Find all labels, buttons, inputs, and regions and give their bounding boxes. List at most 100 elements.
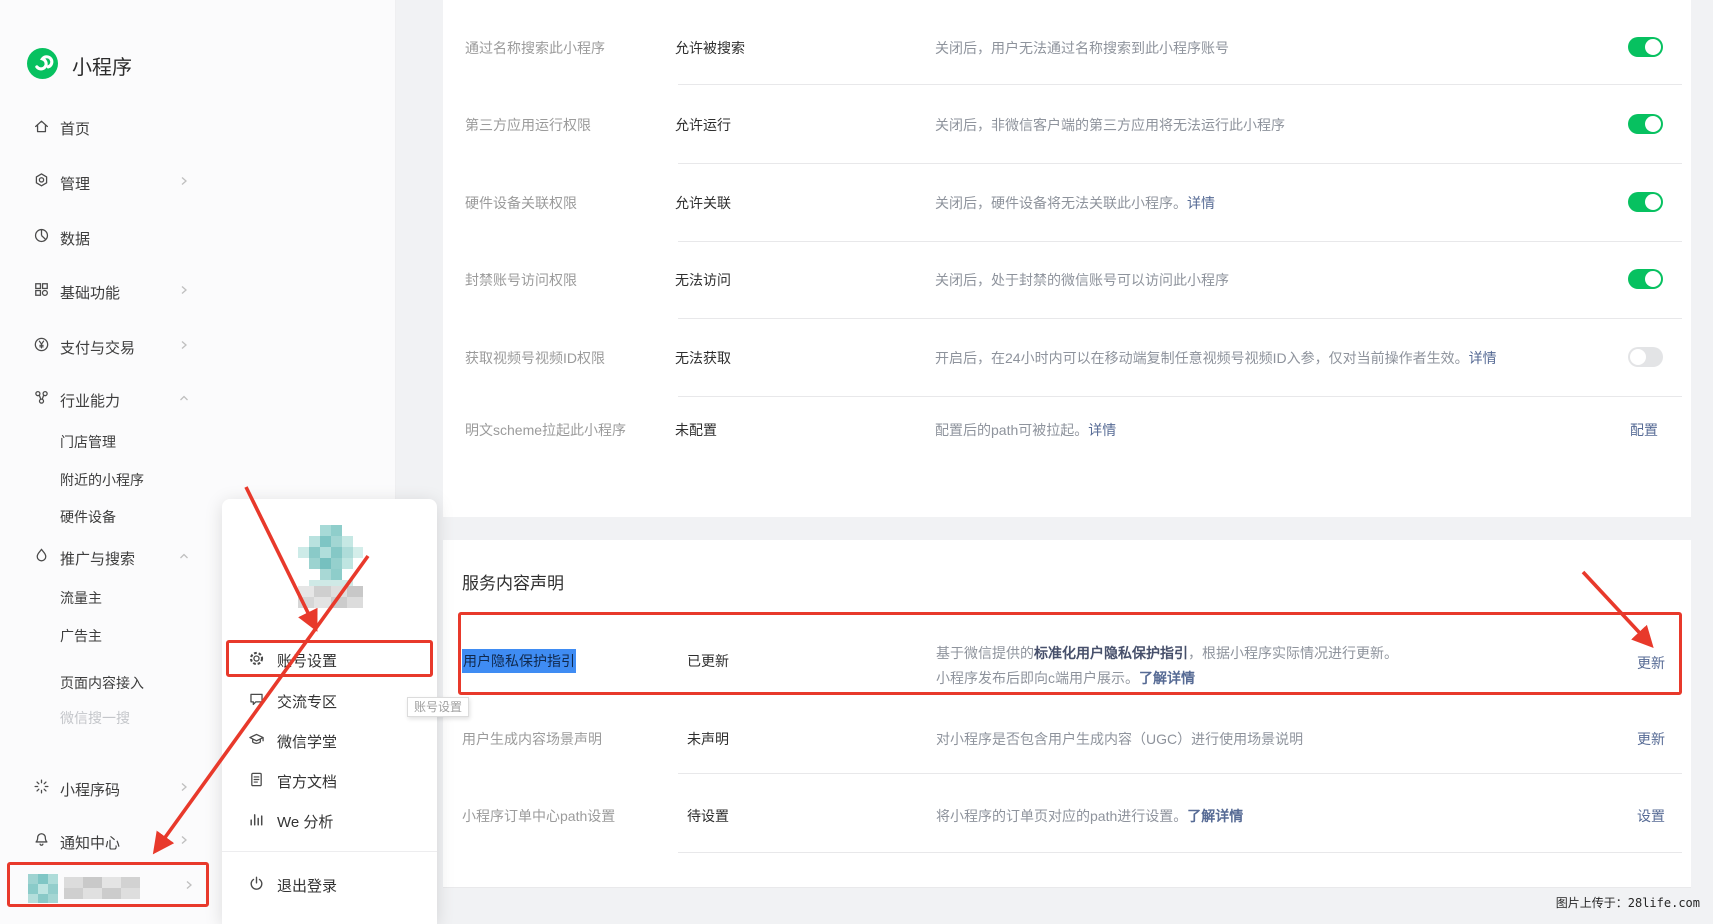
sidebar-item-manage[interactable]: 管理 <box>60 173 90 194</box>
permission-desc: 关闭后，用户无法通过名称搜索到此小程序账号 <box>935 38 1229 58</box>
learn-more-link[interactable]: 了解详情 <box>1187 808 1243 824</box>
menu-item-label: 交流专区 <box>277 691 337 712</box>
declaration-desc-line2: 小程序发布后即向c端用户展示。了解详情 <box>936 668 1195 688</box>
permission-desc: 关闭后，硬件设备将无法关联此小程序。详情 <box>935 193 1215 213</box>
sidebar-item-payment[interactable]: 支付与交易 <box>60 337 135 358</box>
declaration-value: 待设置 <box>687 806 729 826</box>
menu-item-label: 退出登录 <box>277 875 337 896</box>
privacy-guide-label[interactable]: 用户隐私保护指引 <box>462 649 576 673</box>
sidebar-item-store-manage[interactable]: 门店管理 <box>60 432 116 452</box>
menu-item-we-analytics[interactable]: We 分析 <box>222 800 437 840</box>
chevron-up-icon <box>178 550 190 562</box>
permission-desc: 开启后，在24小时内可以在移动端复制任意视频号视频ID入参，仅对当前操作者生效。… <box>935 348 1497 368</box>
permission-value: 无法访问 <box>675 270 731 290</box>
account-name-blur <box>64 877 140 899</box>
desc-bold-text: 标准化用户隐私保护指引 <box>1034 645 1188 661</box>
detail-link[interactable]: 详情 <box>1088 422 1116 438</box>
sidebar-item-industry[interactable]: 行业能力 <box>60 390 120 411</box>
watermark: 图片上传于：28life.com <box>1556 894 1700 911</box>
sidebar-item-home[interactable]: 首页 <box>60 118 90 139</box>
toggle-knob <box>1645 39 1661 55</box>
sidebar-item-advertiser[interactable]: 广告主 <box>60 626 102 646</box>
declaration-desc: 对小程序是否包含用户生成内容（UGC）进行使用场景说明 <box>936 729 1303 749</box>
detail-link[interactable]: 详情 <box>1469 350 1497 366</box>
avatar <box>28 874 58 903</box>
account-popup-menu: 账号设置 交流专区 微信学堂 官方文档 We 分析 退出登录 <box>222 499 437 924</box>
sidebar-item-basic-features[interactable]: 基础功能 <box>60 282 120 303</box>
toggle-search-by-name[interactable] <box>1628 37 1663 57</box>
sidebar-item-miniprogram-code[interactable]: 小程序码 <box>60 779 120 800</box>
menu-item-logout[interactable]: 退出登录 <box>222 864 437 904</box>
menu-item-forum[interactable]: 交流专区 <box>222 680 437 720</box>
desc-text: 关闭后，用户无法通过名称搜索到此小程序账号 <box>935 40 1229 56</box>
menu-item-account-settings[interactable]: 账号设置 <box>222 639 437 679</box>
menu-item-official-docs[interactable]: 官方文档 <box>222 760 437 800</box>
menu-item-label: 账号设置 <box>277 650 337 671</box>
account-row[interactable] <box>7 862 209 907</box>
toggle-knob <box>1645 194 1661 210</box>
document-icon <box>248 771 265 788</box>
menu-divider <box>222 851 437 852</box>
desc-text: 小程序发布后即向c端用户展示。 <box>936 670 1139 686</box>
chat-bubble-icon <box>248 691 265 708</box>
chevron-right-icon <box>178 175 190 187</box>
permission-desc: 配置后的path可被拉起。详情 <box>935 420 1116 440</box>
desc-text: 关闭后，处于封禁的微信账号可以访问此小程序 <box>935 272 1229 288</box>
chevron-up-icon <box>178 392 190 404</box>
sidebar-item-hardware[interactable]: 硬件设备 <box>60 507 116 527</box>
graduation-cap-icon <box>248 731 265 748</box>
declaration-desc: 将小程序的订单页对应的path进行设置。了解详情 <box>936 806 1243 826</box>
flame-icon <box>33 547 50 564</box>
declaration-desc: 基于微信提供的标准化用户隐私保护指引，根据小程序实际情况进行更新。 <box>936 643 1398 663</box>
chevron-right-icon <box>178 339 190 351</box>
sidebar-item-promotion-search[interactable]: 推广与搜索 <box>60 548 135 569</box>
declaration-label: 用户生成内容场景声明 <box>462 729 602 749</box>
section-title: 服务内容声明 <box>462 569 564 594</box>
menu-item-label: 官方文档 <box>277 771 337 792</box>
sidebar-item-wechat-search: 微信搜一搜 <box>60 708 130 728</box>
set-path-button[interactable]: 设置 <box>1637 806 1665 826</box>
desc-text: 基于微信提供的 <box>936 645 1034 661</box>
pie-icon <box>33 227 50 244</box>
nodes-icon <box>33 389 50 406</box>
toggle-knob <box>1645 271 1661 287</box>
update-ugc-button[interactable]: 更新 <box>1637 729 1665 749</box>
desc-text: 配置后的path可被拉起。 <box>935 422 1088 438</box>
toggle-third-party-run[interactable] <box>1628 114 1663 134</box>
bell-icon <box>33 831 50 848</box>
permission-value: 允许运行 <box>675 115 731 135</box>
configure-button[interactable]: 配置 <box>1630 420 1658 440</box>
permission-desc: 关闭后，非微信客户端的第三方应用将无法运行此小程序 <box>935 115 1285 135</box>
permission-label: 硬件设备关联权限 <box>465 193 577 213</box>
power-icon <box>248 875 265 892</box>
sidebar-item-page-content[interactable]: 页面内容接入 <box>60 673 144 693</box>
permission-label: 获取视频号视频ID权限 <box>465 348 605 368</box>
permission-label: 通过名称搜索此小程序 <box>465 38 605 58</box>
sidebar-item-traffic[interactable]: 流量主 <box>60 588 102 608</box>
permission-value: 允许被搜索 <box>675 38 745 58</box>
sidebar-item-data[interactable]: 数据 <box>60 228 90 249</box>
permission-label: 封禁账号访问权限 <box>465 270 577 290</box>
chevron-right-icon <box>183 879 195 891</box>
toggle-banned-account-access[interactable] <box>1628 269 1663 289</box>
home-icon <box>33 118 50 135</box>
menu-item-wechat-academy[interactable]: 微信学堂 <box>222 720 437 760</box>
permission-value: 未配置 <box>675 420 717 440</box>
detail-link[interactable]: 详情 <box>1187 195 1215 211</box>
chevron-right-icon <box>178 284 190 296</box>
update-privacy-button[interactable]: 更新 <box>1637 653 1665 673</box>
permission-value: 无法获取 <box>675 348 731 368</box>
sidebar-item-nearby[interactable]: 附近的小程序 <box>60 470 144 490</box>
menu-item-label: 微信学堂 <box>277 731 337 752</box>
toggle-video-id[interactable] <box>1628 347 1663 367</box>
chevron-right-icon <box>178 834 190 846</box>
desc-text: 将小程序的订单页对应的path进行设置。 <box>936 808 1187 824</box>
permission-label: 第三方应用运行权限 <box>465 115 591 135</box>
spark-icon <box>33 778 50 795</box>
bar-chart-icon <box>248 811 265 828</box>
sidebar-item-notification-center[interactable]: 通知中心 <box>60 832 120 853</box>
learn-more-link[interactable]: 了解详情 <box>1139 670 1195 686</box>
toggle-hardware-link[interactable] <box>1628 192 1663 212</box>
desc-text: 关闭后，非微信客户端的第三方应用将无法运行此小程序 <box>935 117 1285 133</box>
toggle-knob <box>1630 349 1646 365</box>
